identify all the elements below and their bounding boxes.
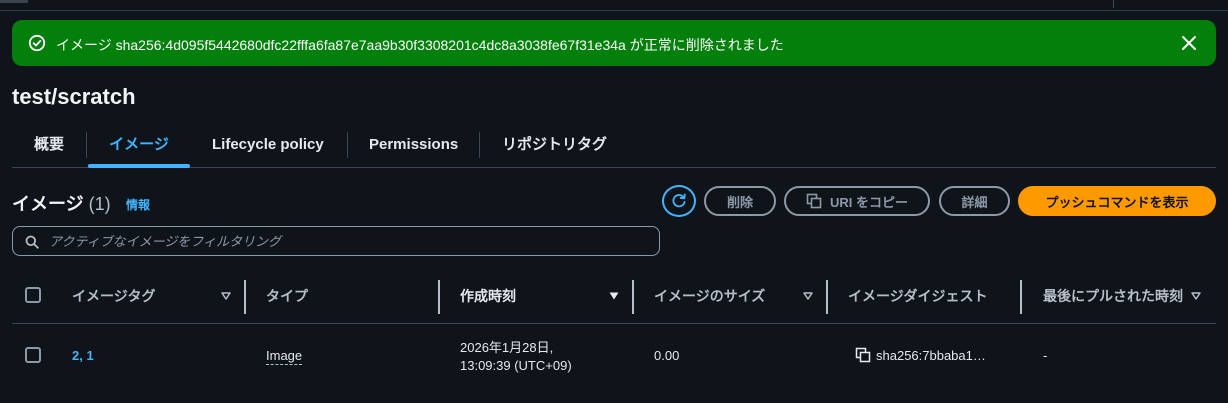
column-header-type[interactable]: タイプ: [266, 268, 308, 324]
column-resizer[interactable]: [632, 280, 634, 314]
active-tab-underline: [88, 164, 190, 168]
copy-icon[interactable]: [855, 347, 871, 363]
table-header: イメージタグ タイプ 作成時刻 イメージのサイズ イメージダイジェスト 最後にプ…: [12, 268, 1216, 324]
image-count: (1): [88, 194, 111, 214]
filter-search-box: [12, 226, 660, 256]
column-header-image-digest[interactable]: イメージダイジェスト: [848, 268, 987, 324]
refresh-button[interactable]: [662, 185, 696, 217]
details-button-label: 詳細: [961, 194, 988, 210]
column-header-last-pulled[interactable]: 最後にプルされた時刻: [1043, 268, 1193, 324]
sort-caret-icon[interactable]: [802, 291, 814, 301]
image-size: 0.00: [654, 348, 680, 363]
search-icon: [25, 235, 39, 249]
image-digest: sha256:7bbaba1…: [876, 348, 986, 363]
copy-uri-button[interactable]: URI をコピー: [784, 186, 930, 216]
delete-button-label: 削除: [726, 194, 753, 210]
close-icon[interactable]: [1180, 34, 1198, 52]
refresh-icon: [672, 193, 686, 208]
image-type[interactable]: Image: [266, 348, 303, 365]
section-title-text: イメージ: [12, 194, 84, 214]
copy-uri-label: URI をコピー: [829, 194, 908, 210]
tab-divider: [86, 132, 87, 158]
tab-divider: [479, 132, 480, 158]
tab-images[interactable]: イメージ: [88, 126, 190, 168]
flash-message: イメージ sha256:4d095f5442680dfc22fffa6fa87e…: [56, 37, 784, 53]
sort-desc-icon[interactable]: [608, 291, 620, 301]
section-title: イメージ (1): [12, 190, 111, 216]
info-link[interactable]: 情報: [126, 196, 150, 213]
tab-repository-tags[interactable]: リポジトリタグ: [502, 126, 607, 166]
tab-bar: 概要 イメージ Lifecycle policy Permissions リポジ…: [12, 126, 1216, 168]
details-button[interactable]: 詳細: [939, 186, 1010, 216]
push-commands-label: プッシュコマンドを表示: [1045, 194, 1189, 210]
column-label: 最後にプルされた時刻: [1043, 287, 1183, 304]
check-circle-icon: [28, 34, 46, 52]
column-resizer[interactable]: [1020, 280, 1022, 314]
top-navigation-bar: [0, 0, 1228, 11]
column-label: イメージダイジェスト: [848, 288, 988, 304]
sort-caret-icon[interactable]: [220, 291, 232, 301]
tab-lifecycle-policy[interactable]: Lifecycle policy: [212, 126, 324, 166]
column-label: タイプ: [266, 288, 308, 304]
tab-divider: [347, 132, 348, 158]
created-at-time: 13:09:39 (UTC+09): [460, 358, 572, 373]
table-row: 2, 1 Image 2026年1月28日, 13:09:39 (UTC+09)…: [12, 324, 1216, 386]
copy-icon: [806, 193, 822, 209]
tab-overview[interactable]: 概要: [34, 126, 64, 166]
column-resizer[interactable]: [244, 280, 246, 314]
tab-images-label: イメージ: [109, 136, 169, 153]
row-select-checkbox[interactable]: [25, 347, 41, 363]
column-header-image-size[interactable]: イメージのサイズ: [654, 268, 765, 324]
last-pulled: -: [1043, 348, 1048, 363]
search-input[interactable]: [49, 231, 649, 251]
tab-permissions[interactable]: Permissions: [369, 126, 458, 166]
delete-button[interactable]: 削除: [704, 186, 776, 216]
nav-divider: [1113, 0, 1114, 8]
column-label: 作成時刻: [460, 288, 516, 304]
column-label: イメージのサイズ: [654, 288, 766, 304]
view-push-commands-button[interactable]: プッシュコマンドを表示: [1018, 186, 1216, 216]
column-resizer[interactable]: [826, 280, 828, 314]
column-resizer[interactable]: [438, 280, 440, 314]
page-title: test/scratch: [12, 84, 136, 109]
success-flash-banner: イメージ sha256:4d095f5442680dfc22fffa6fa87e…: [12, 20, 1216, 66]
select-all-checkbox[interactable]: [25, 287, 41, 303]
column-label: イメージタグ: [72, 288, 156, 304]
column-header-created-at[interactable]: 作成時刻: [460, 268, 516, 324]
image-tags-link[interactable]: 2, 1: [72, 348, 94, 363]
column-header-image-tag[interactable]: イメージタグ: [72, 268, 155, 324]
created-at-date: 2026年1月28日,: [460, 340, 554, 355]
nav-tab-indicator: [0, 0, 28, 3]
sort-caret-icon[interactable]: [1190, 291, 1202, 301]
